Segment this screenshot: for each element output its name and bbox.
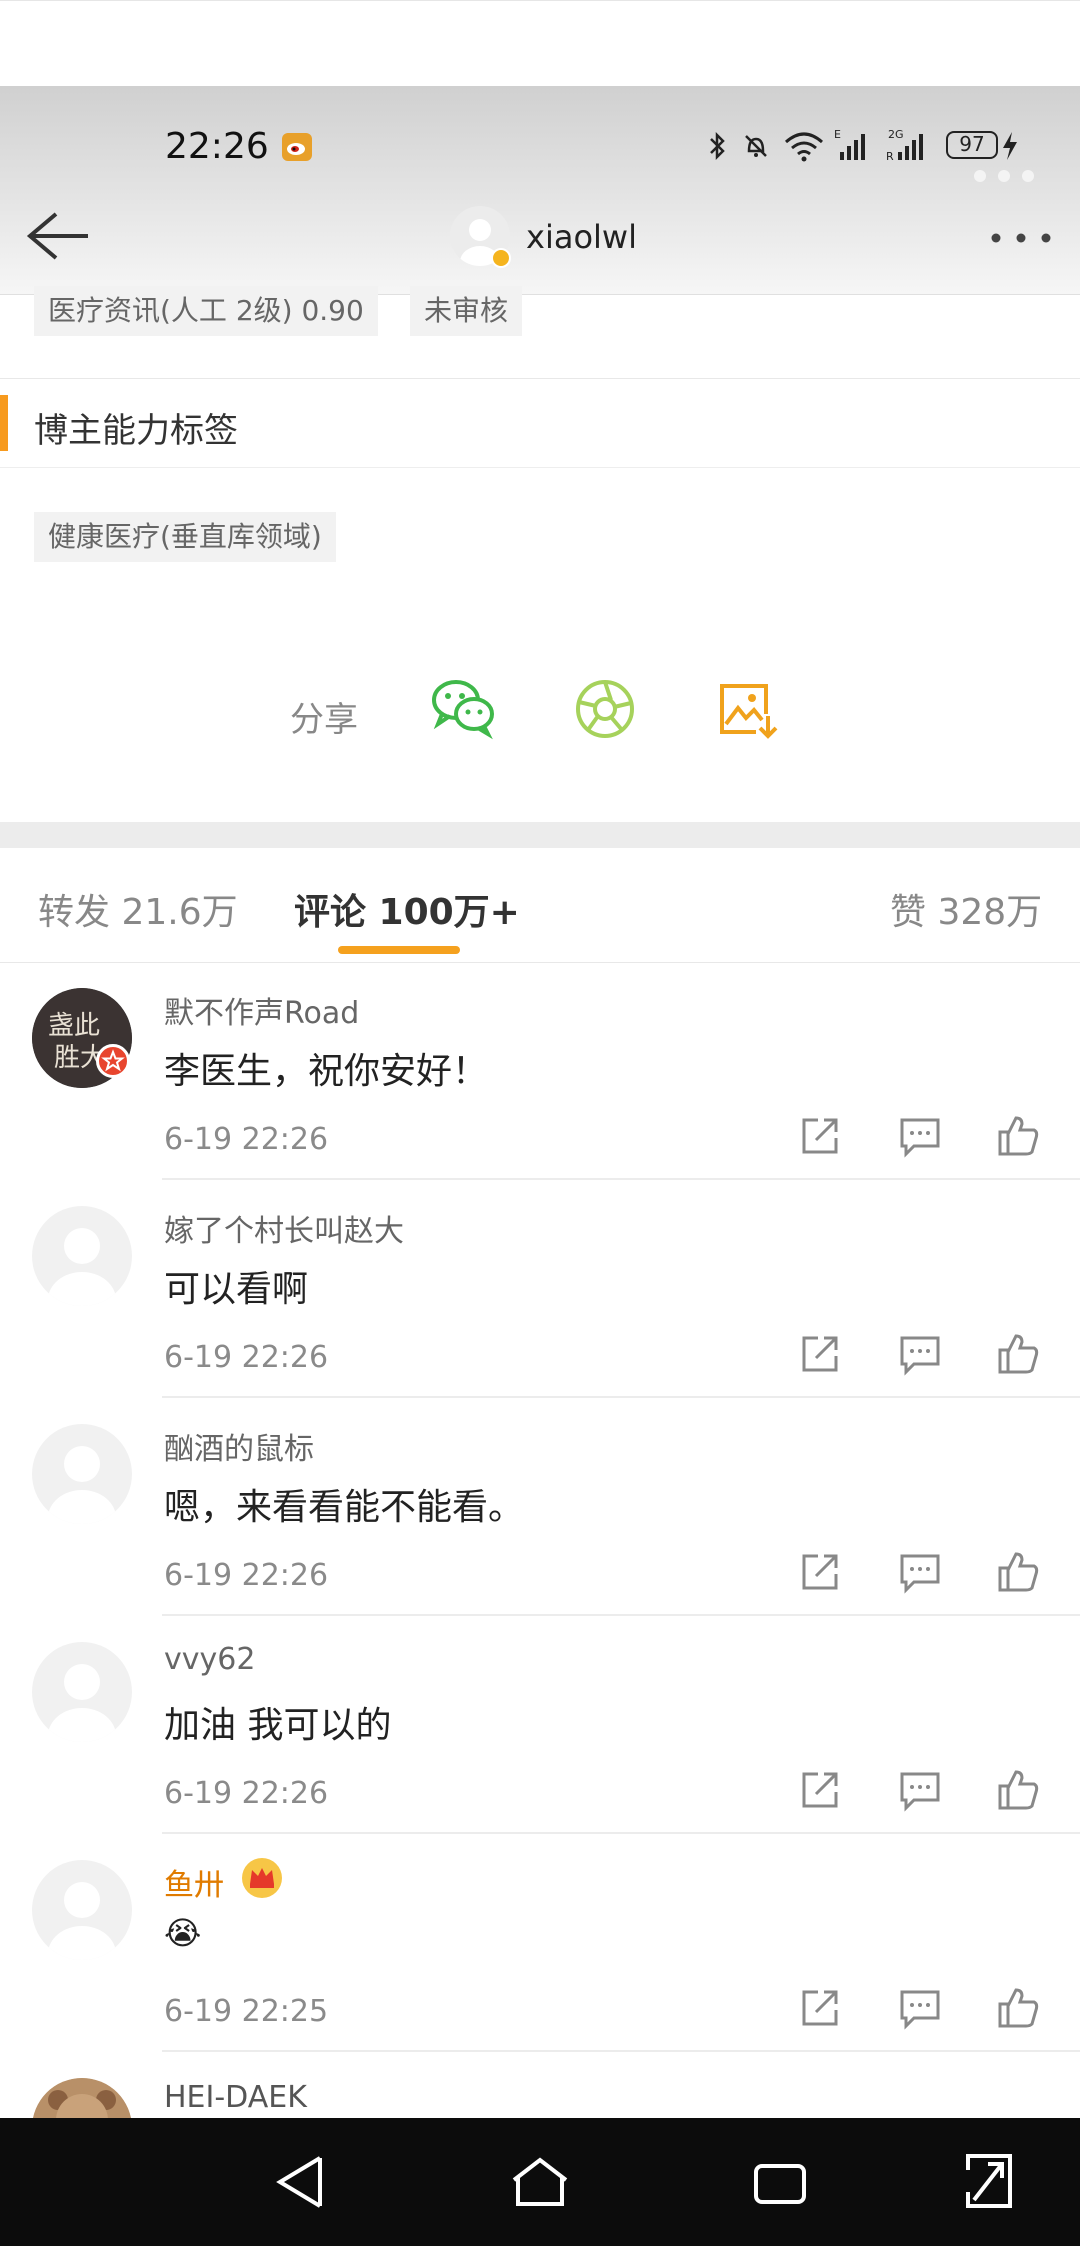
moments-icon[interactable] xyxy=(574,678,636,740)
weibo-app-icon xyxy=(282,133,312,161)
author-username[interactable]: xiaolwl xyxy=(526,218,637,256)
comment-item: 盏此 胜大 默不作声Road 李医生，祝你安好！ 6-19 22:26 xyxy=(0,988,1080,1184)
reply-comment-icon[interactable] xyxy=(896,1112,944,1160)
battery-icon: 97 xyxy=(946,131,998,159)
tab-comment[interactable]: 评论 100万+ xyxy=(294,883,520,935)
bluetooth-icon xyxy=(707,131,727,165)
tag-health-medical: 健康医疗(垂直库领域) xyxy=(34,512,336,562)
like-comment-icon[interactable] xyxy=(994,1112,1042,1160)
commenter-name[interactable]: HEI-DAEK xyxy=(164,2080,307,2115)
comment-item: vvy62 加油 我可以的 6-19 22:26 xyxy=(0,1642,1080,1838)
commenter-name[interactable]: 鱼卅 xyxy=(164,1860,224,1904)
divider xyxy=(162,1614,1080,1616)
divider xyxy=(0,467,1080,468)
reply-comment-icon[interactable] xyxy=(896,1330,944,1378)
tab-active-indicator xyxy=(338,946,460,954)
reply-comment-icon[interactable] xyxy=(896,1984,944,2032)
commenter-name[interactable]: vvy62 xyxy=(164,1642,255,1677)
crown-badge-icon xyxy=(240,1856,284,1900)
reply-comment-icon[interactable] xyxy=(896,1766,944,1814)
share-comment-icon[interactable] xyxy=(796,1766,844,1814)
section-title: 博主能力标签 xyxy=(34,411,238,451)
comment-emoji: 😭 xyxy=(164,1914,202,1952)
svg-text:R: R xyxy=(886,150,894,162)
commenter-avatar[interactable] xyxy=(32,1860,132,1960)
save-image-icon[interactable] xyxy=(716,680,780,740)
signal-1-icon: E xyxy=(832,126,874,166)
comment-text: 李医生，祝你安好！ xyxy=(164,1051,489,1092)
back-arrow-icon[interactable] xyxy=(22,208,92,264)
like-comment-icon[interactable] xyxy=(994,1330,1042,1378)
commenter-name[interactable]: 默不作声Road xyxy=(164,988,359,1032)
signal-2-label: 2G xyxy=(888,128,904,141)
tab-like[interactable]: 赞 328万 xyxy=(890,883,1042,935)
reply-comment-icon[interactable] xyxy=(896,1548,944,1596)
section-gap xyxy=(0,822,1080,848)
tab-repost[interactable]: 转发 21.6万 xyxy=(38,883,238,935)
comment-text: 加油 我可以的 xyxy=(164,1705,392,1746)
share-comment-icon[interactable] xyxy=(796,1112,844,1160)
comment-item: 嫁了个村长叫赵大 可以看啊 6-19 22:26 xyxy=(0,1206,1080,1402)
divider xyxy=(0,962,1080,963)
commenter-name[interactable]: 嫁了个村长叫赵大 xyxy=(164,1206,404,1250)
comment-item: 酗酒的鼠标 嗯，来看看能不能看。 6-19 22:26 xyxy=(0,1424,1080,1620)
svg-text:盏此: 盏此 xyxy=(48,1011,100,1041)
comment-time: 6-19 22:26 xyxy=(164,1558,329,1593)
divider xyxy=(162,1832,1080,1834)
commenter-avatar[interactable] xyxy=(32,2078,132,2118)
status-time: 22:26 xyxy=(165,126,269,167)
commenter-avatar[interactable] xyxy=(32,1642,132,1742)
comment-text: 嗯，来看看能不能看。 xyxy=(164,1487,525,1528)
mute-bell-icon xyxy=(741,131,771,165)
divider xyxy=(0,378,1080,379)
back-triangle-icon[interactable] xyxy=(274,2152,328,2212)
share-comment-icon[interactable] xyxy=(796,1984,844,2032)
divider xyxy=(162,1178,1080,1180)
home-icon[interactable] xyxy=(510,2154,570,2212)
comment-item: HEI-DAEK xyxy=(0,2078,1080,2118)
share-comment-icon[interactable] xyxy=(796,1548,844,1596)
overlay-dots-icon xyxy=(972,168,1042,187)
verified-badge-icon xyxy=(491,248,511,268)
comment-time: 6-19 22:26 xyxy=(164,1122,329,1157)
like-comment-icon[interactable] xyxy=(994,1766,1042,1814)
comment-time: 6-19 22:26 xyxy=(164,1340,329,1375)
like-comment-icon[interactable] xyxy=(994,1548,1042,1596)
comment-item: 鱼卅 😭 6-19 22:25 xyxy=(0,1858,1080,2056)
share-comment-icon[interactable] xyxy=(796,1330,844,1378)
expand-icon[interactable] xyxy=(964,2152,1014,2210)
comment-time: 6-19 22:25 xyxy=(164,1994,329,2029)
vip-badge-icon xyxy=(96,1044,130,1078)
more-dots-icon[interactable] xyxy=(990,228,1052,248)
section-accent-bar xyxy=(0,395,8,451)
share-label: 分享 xyxy=(290,700,358,740)
comment-text: 可以看啊 xyxy=(164,1269,309,1310)
like-comment-icon[interactable] xyxy=(994,1984,1042,2032)
top-blank-area xyxy=(0,0,1080,87)
signal-1-label: E xyxy=(834,128,841,141)
commenter-avatar[interactable] xyxy=(32,1206,132,1306)
tag-medical-info: 医疗资讯(人工 2级) 0.90 xyxy=(34,286,378,336)
battery-level: 97 xyxy=(959,132,985,156)
charging-icon xyxy=(1000,130,1020,166)
wifi-icon xyxy=(784,130,824,166)
tag-unreviewed: 未审核 xyxy=(410,286,523,336)
comment-time: 6-19 22:26 xyxy=(164,1776,329,1811)
commenter-name[interactable]: 酗酒的鼠标 xyxy=(164,1424,314,1468)
divider xyxy=(162,2050,1080,2052)
wechat-icon[interactable] xyxy=(430,676,498,740)
recents-icon[interactable] xyxy=(752,2160,808,2206)
commenter-avatar[interactable] xyxy=(32,1424,132,1524)
divider xyxy=(162,1396,1080,1398)
signal-2-icon: 2G R xyxy=(884,126,936,166)
